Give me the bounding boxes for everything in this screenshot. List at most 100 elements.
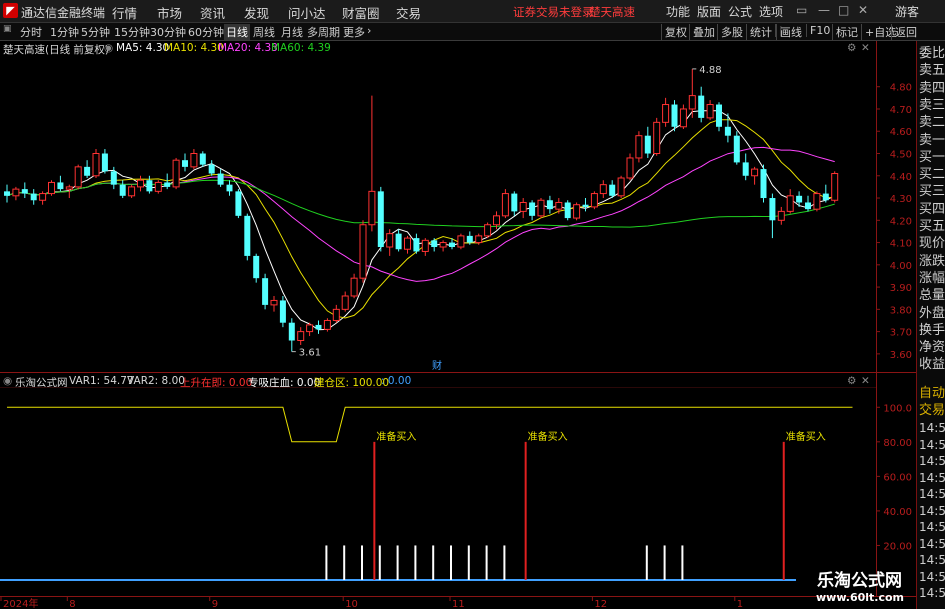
- side-item-15[interactable]: 外盘: [919, 306, 945, 321]
- price-tick-label: 3.80: [890, 305, 912, 316]
- indicator-tick-label: 60.00: [883, 472, 912, 483]
- side-time-5[interactable]: 14:56: [919, 504, 945, 518]
- side-time-6[interactable]: 14:56: [919, 521, 945, 534]
- auto-trade-0[interactable]: 自动: [919, 386, 945, 401]
- side-item-4[interactable]: 卖二: [919, 115, 945, 130]
- side-time-7[interactable]: 14:56: [919, 537, 945, 551]
- side-item-13[interactable]: 涨幅: [919, 271, 945, 286]
- side-time-2[interactable]: 14:56: [919, 455, 945, 468]
- candle-body-down: [21, 189, 28, 194]
- candle-body-down: [724, 126, 731, 136]
- candle-body-up: [635, 135, 643, 159]
- candle-body-up: [617, 177, 625, 197]
- side-item-16[interactable]: 换手: [919, 323, 945, 338]
- side-time-0[interactable]: 14:56: [919, 422, 945, 435]
- chart-annotations: 4.88 3.61 财: [291, 65, 722, 372]
- side-item-18[interactable]: 收益: [919, 357, 945, 372]
- candle-body-up: [706, 104, 714, 119]
- side-item-8[interactable]: 买三: [919, 184, 945, 199]
- candle-body-down: [208, 164, 215, 174]
- candle-body-down: [564, 202, 571, 219]
- side-item-2[interactable]: 卖四: [919, 81, 945, 96]
- max-price-label: 4.88: [699, 65, 721, 76]
- candle-body-up: [154, 181, 162, 192]
- side-time-8[interactable]: 14:56: [919, 554, 945, 567]
- candle-body-down: [101, 153, 108, 172]
- candle-body-up: [831, 173, 839, 201]
- side-item-6[interactable]: 买一: [919, 150, 945, 165]
- candle-body-up: [813, 193, 821, 210]
- side-item-1[interactable]: 卖五: [919, 63, 945, 78]
- candle-body-down: [698, 95, 705, 118]
- price-tick-label: 3.70: [890, 328, 912, 339]
- indicator-tick-label: 80.00: [883, 438, 912, 449]
- signal-buy-label: 准备买入: [528, 430, 568, 443]
- side-item-3[interactable]: 卖三: [919, 98, 945, 113]
- candle-body-up: [519, 201, 527, 212]
- ma5-line: [6, 110, 835, 331]
- side-item-17[interactable]: 净资: [919, 340, 945, 355]
- candle-body-down: [244, 215, 251, 256]
- price-tick-label: 4.10: [890, 239, 912, 250]
- indicator-plot: 准备买入准备买入准备买入准备买入准备买入: [0, 406, 933, 581]
- candle-body-up: [359, 224, 367, 279]
- side-item-5[interactable]: 卖一: [919, 133, 945, 148]
- date-label: 10: [345, 599, 358, 609]
- candle-body-up: [421, 239, 429, 252]
- date-label: 8: [69, 599, 75, 609]
- candle-body-up: [332, 308, 340, 321]
- candle-body-down: [413, 238, 420, 252]
- side-time-9[interactable]: 14:56: [919, 570, 945, 584]
- candle-body-down: [119, 184, 126, 196]
- candle-body-down: [262, 278, 269, 305]
- candle-body-down: [671, 104, 678, 127]
- auto-trade-1[interactable]: 交易: [919, 403, 945, 418]
- candle-body-down: [529, 202, 536, 216]
- candle-body-down: [805, 202, 811, 210]
- side-time-10[interactable]: 14:5: [919, 587, 945, 600]
- indicator-tick-label: 20.00: [883, 541, 912, 552]
- side-time-3[interactable]: 14:56: [919, 471, 945, 485]
- finance-marker: 财: [432, 359, 442, 372]
- candle-body-up: [65, 186, 73, 190]
- side-time-1[interactable]: 14:56: [919, 438, 945, 452]
- candle-body-down: [315, 324, 322, 330]
- watermark-url: www.60lt.com: [816, 591, 905, 604]
- candle-body-down: [217, 173, 224, 185]
- side-item-14[interactable]: 总量: [919, 288, 945, 303]
- price-tick-label: 4.30: [890, 194, 912, 205]
- candle-body-down: [110, 171, 117, 185]
- price-tick-label: 4.60: [890, 127, 912, 138]
- candle-body-down: [449, 242, 455, 248]
- side-item-11[interactable]: 现价: [919, 236, 945, 251]
- candle-body-up: [341, 295, 349, 310]
- candle-body-down: [769, 198, 776, 221]
- candle-body-down: [235, 191, 242, 216]
- candle-body-up: [323, 319, 331, 330]
- candle-body-down: [30, 193, 37, 201]
- side-item-7[interactable]: 买二: [919, 167, 945, 182]
- watermark-name: 乐淘公式网: [817, 571, 902, 591]
- side-item-10[interactable]: 买五: [919, 219, 945, 234]
- candle-body-up: [404, 237, 411, 250]
- candle-body-up: [599, 184, 607, 195]
- candle-body-down: [182, 160, 188, 167]
- date-label: 11: [452, 599, 465, 609]
- candle-body-up: [653, 121, 661, 155]
- candle-body-up: [172, 159, 180, 188]
- candle-body-up: [751, 168, 759, 177]
- candle-body-up: [74, 166, 82, 188]
- price-tick-label: 4.80: [890, 83, 912, 94]
- candle-body-up: [297, 331, 305, 342]
- indicator-axis: 100.0 80.00 60.00 40.00 20.00: [876, 403, 912, 552]
- candle-body-up: [662, 104, 670, 123]
- side-item-9[interactable]: 买四: [919, 202, 945, 217]
- signal-buy-label: 准备买入: [786, 430, 826, 443]
- candle-body-down: [226, 184, 233, 192]
- candle-body-up: [368, 190, 376, 226]
- candle-body-up: [555, 201, 563, 210]
- side-time-4[interactable]: 14:56: [919, 488, 945, 501]
- chart-canvas[interactable]: 4.80 4.70 4.60 4.50 4.40 4.30 4.20 4.10 4.00 3.90…: [0, 0, 945, 609]
- side-item-12[interactable]: 涨跌: [919, 254, 945, 269]
- side-item-0[interactable]: 委比: [919, 46, 945, 61]
